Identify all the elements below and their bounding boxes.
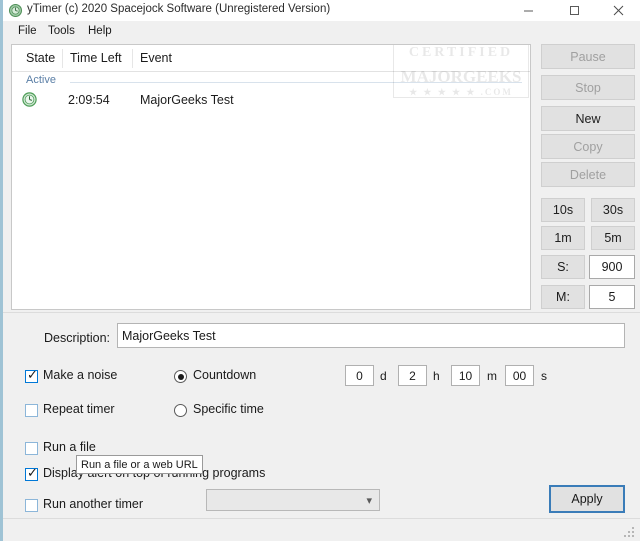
radio-dot-icon — [177, 373, 184, 380]
run-a-file-checkbox[interactable] — [25, 442, 38, 455]
menu-bar: File Tools Help — [3, 21, 640, 42]
menu-item-help[interactable]: Help — [83, 24, 117, 38]
title-bar: yTimer (c) 2020 Spacejock Software (Unre… — [3, 0, 640, 22]
checkmark-icon: ✓ — [27, 465, 38, 480]
specific-time-label: Specific time — [193, 402, 264, 416]
status-bar — [3, 518, 640, 541]
seconds-button[interactable]: S: — [541, 255, 585, 279]
list-column-headers: State Time Left Event — [12, 45, 530, 72]
seconds-input-duration[interactable]: 00 — [505, 365, 534, 386]
clock-icon — [9, 4, 22, 17]
timer-select[interactable]: ▾ — [206, 489, 380, 511]
countdown-radio[interactable] — [174, 370, 187, 383]
delete-button[interactable]: Delete — [541, 162, 635, 187]
group-divider — [70, 82, 522, 83]
specific-time-radio[interactable] — [174, 404, 187, 417]
days-input[interactable]: 0 — [345, 365, 374, 386]
maximize-icon[interactable] — [558, 0, 590, 21]
quick-1m-button[interactable]: 1m — [541, 226, 585, 250]
minutes-button[interactable]: M: — [541, 285, 585, 309]
quick-10s-button[interactable]: 10s — [541, 198, 585, 222]
chevron-down-icon: ▾ — [366, 495, 372, 507]
column-header-time-left[interactable]: Time Left — [70, 51, 122, 65]
repeat-timer-label: Repeat timer — [43, 402, 115, 416]
run-another-timer-checkbox[interactable] — [25, 499, 38, 512]
description-input[interactable]: MajorGeeks Test — [117, 323, 625, 348]
seconds-input[interactable]: 900 — [589, 255, 635, 279]
window-title: yTimer (c) 2020 Spacejock Software (Unre… — [27, 3, 331, 15]
row-time-left: 2:09:54 — [68, 93, 110, 107]
timer-settings-panel: Description: MajorGeeks Test ✓ Make a no… — [3, 312, 640, 519]
minutes-unit-label: m — [487, 369, 497, 383]
hours-input[interactable]: 2 — [398, 365, 427, 386]
list-group-active[interactable]: Active — [12, 72, 530, 89]
table-row[interactable]: 2:09:54 MajorGeeks Test — [12, 89, 530, 113]
quick-5m-button[interactable]: 5m — [591, 226, 635, 250]
row-event: MajorGeeks Test — [140, 93, 234, 107]
repeat-timer-checkbox[interactable] — [25, 404, 38, 417]
display-alert-checkbox[interactable]: ✓ — [25, 465, 38, 481]
apply-button[interactable]: Apply — [549, 485, 625, 513]
resize-grip-icon[interactable] — [624, 527, 636, 539]
new-button[interactable]: New — [541, 106, 635, 131]
close-icon[interactable] — [602, 0, 634, 21]
group-label: Active — [26, 74, 56, 86]
make-a-noise-label: Make a noise — [43, 368, 118, 382]
days-unit-label: d — [380, 369, 387, 383]
copy-button[interactable]: Copy — [541, 134, 635, 159]
minutes-input[interactable]: 5 — [589, 285, 635, 309]
description-label: Description: — [44, 331, 110, 345]
column-header-state[interactable]: State — [26, 51, 55, 65]
run-another-timer-label: Run another timer — [43, 497, 144, 511]
pause-button[interactable]: Pause — [541, 44, 635, 69]
hours-unit-label: h — [433, 369, 440, 383]
minutes-input[interactable]: 10 — [451, 365, 480, 386]
minimize-icon[interactable] — [512, 0, 544, 21]
menu-item-tools[interactable]: Tools — [43, 24, 80, 38]
seconds-unit-label: s — [541, 369, 547, 383]
tooltip: Run a file or a web URL — [76, 455, 203, 474]
checkmark-icon: ✓ — [27, 367, 38, 382]
stop-button[interactable]: Stop — [541, 75, 635, 100]
run-a-file-label: Run a file — [43, 440, 96, 454]
quick-30s-button[interactable]: 30s — [591, 198, 635, 222]
ytimer-window: yTimer (c) 2020 Spacejock Software (Unre… — [0, 0, 640, 541]
countdown-label: Countdown — [193, 368, 257, 382]
green-clock-icon — [22, 92, 37, 107]
make-a-noise-checkbox[interactable]: ✓ — [25, 367, 38, 383]
column-header-event[interactable]: Event — [140, 51, 172, 65]
menu-item-file[interactable]: File — [13, 24, 42, 38]
timer-list[interactable]: State Time Left Event Active 2:09:54 Maj… — [11, 44, 531, 310]
